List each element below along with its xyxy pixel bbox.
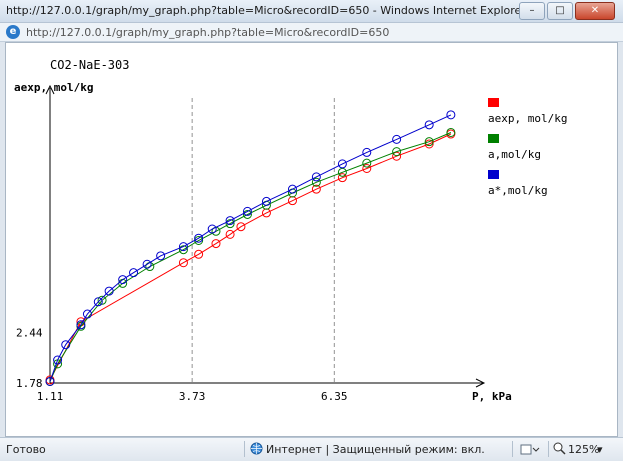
legend: aexp, mol/kg a,mol/kg a*,mol/kg: [488, 98, 567, 197]
page-content: CO2-NaE-303 aexp, mol/kg P, kPa 1.11 3.73…: [5, 42, 618, 437]
status-bar: Готово Интернет | Защищенный режим: вкл.…: [0, 437, 623, 461]
x-tick-label: 1.11: [37, 390, 64, 403]
x-tick-label: 6.35: [321, 390, 348, 403]
status-text: Готово: [6, 443, 46, 456]
legend-label: a*,mol/kg: [488, 184, 548, 197]
protected-mode-icon[interactable]: [520, 442, 542, 459]
x-tick-label: 3.73: [179, 390, 206, 403]
y-tick-label: 2.44: [16, 326, 43, 339]
y-axis-label: aexp, mol/kg: [14, 81, 93, 94]
zone-text: Интернет | Защищенный режим: вкл.: [266, 443, 485, 456]
series-layer: [45, 110, 456, 386]
address-bar: e http://127.0.0.1/graph/my_graph.php?ta…: [0, 23, 623, 42]
window-title: http://127.0.0.1/graph/my_graph.php?tabl…: [6, 4, 526, 17]
legend-label: aexp, mol/kg: [488, 112, 567, 125]
series-line-1: [49, 133, 452, 381]
axes: [45, 84, 486, 388]
minimize-button[interactable]: –: [519, 2, 545, 20]
status-divider: [548, 441, 549, 457]
chart-title: CO2-NaE-303: [50, 58, 129, 72]
tick-labels: 1.11 3.73 6.35 1.78 2.44: [16, 326, 347, 403]
x-axis-label: P, kPa: [472, 390, 512, 403]
close-button[interactable]: ✕: [575, 2, 615, 20]
status-divider: [512, 441, 513, 457]
series-line-3: [49, 114, 452, 382]
window-controls: – □ ✕: [519, 2, 615, 20]
zoom-dropdown-icon[interactable]: ▾: [597, 443, 603, 456]
ie-logo-icon: e: [6, 25, 20, 39]
maximize-button[interactable]: □: [547, 2, 573, 20]
y-tick-label: 1.78: [16, 377, 43, 390]
magnifier-icon[interactable]: [553, 442, 566, 458]
legend-swatch: [488, 170, 499, 179]
globe-icon: [250, 442, 263, 458]
series-line-2: [49, 132, 452, 382]
chart: CO2-NaE-303 aexp, mol/kg P, kPa 1.11 3.73…: [14, 58, 567, 403]
address-url[interactable]: http://127.0.0.1/graph/my_graph.php?tabl…: [26, 26, 389, 39]
legend-label: a,mol/kg: [488, 148, 541, 161]
status-divider: [244, 441, 245, 457]
zoom-level[interactable]: 125%: [568, 443, 599, 456]
legend-swatch: [488, 134, 499, 143]
legend-swatch: [488, 98, 499, 107]
title-bar: http://127.0.0.1/graph/my_graph.php?tabl…: [0, 0, 623, 23]
